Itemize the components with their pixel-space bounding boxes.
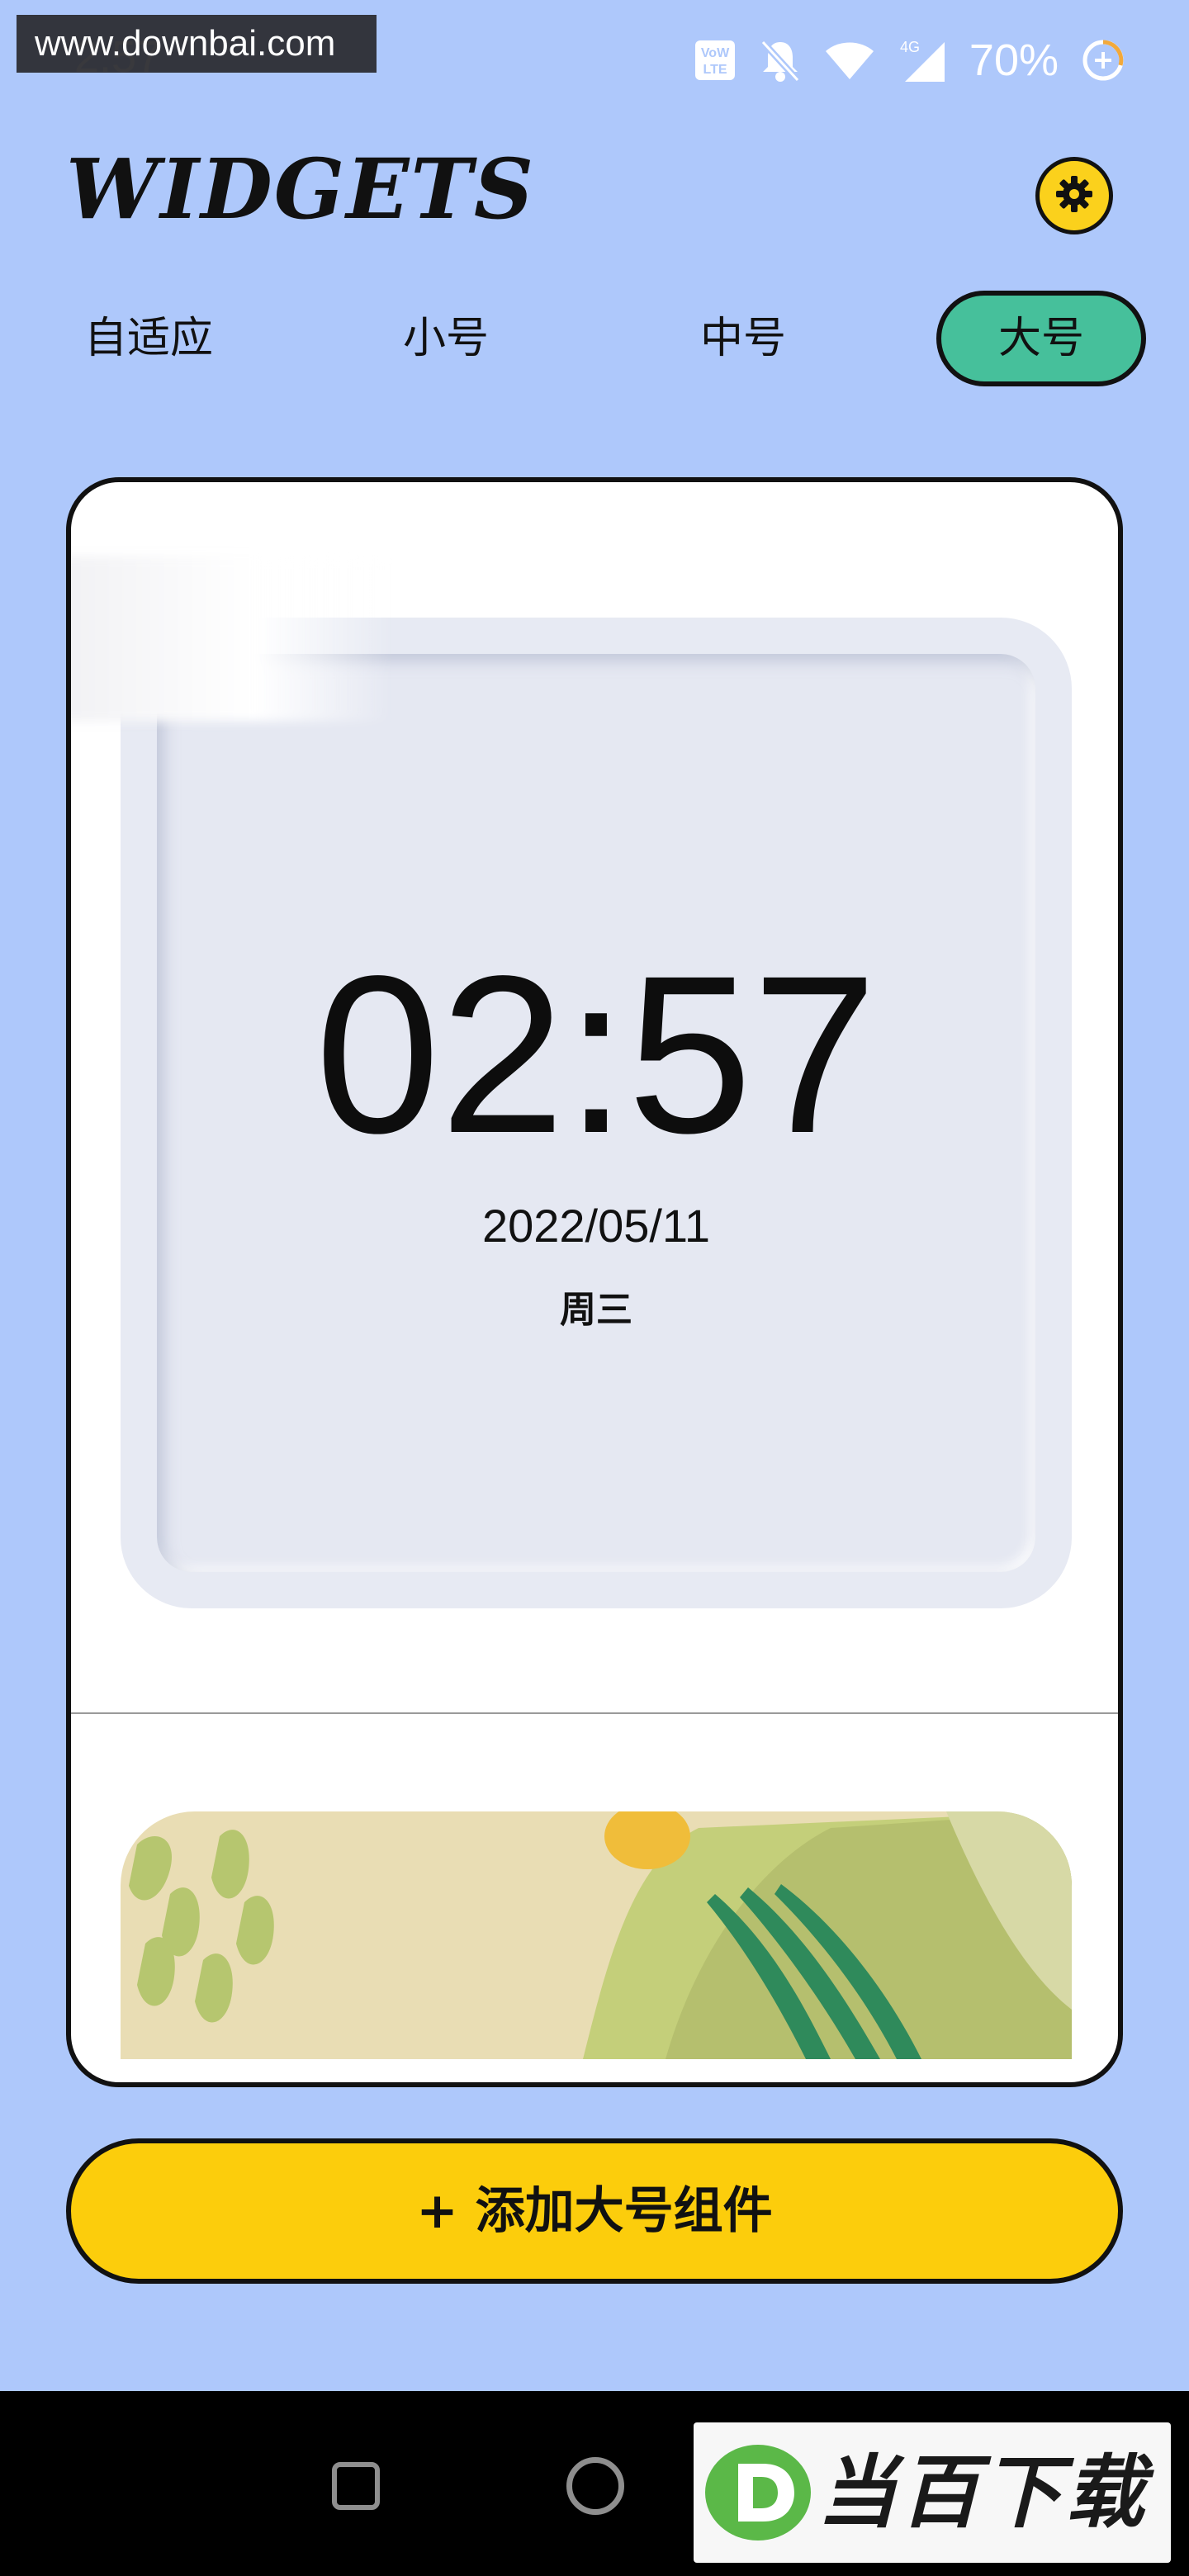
battery-percent: 70%: [969, 36, 1059, 85]
status-icons: VoW LTE 4G 70%: [694, 31, 1126, 89]
watermark-url: www.downbai.com: [17, 15, 377, 73]
widget-preview-card: 02:57 2022/05/11 周三: [66, 477, 1123, 2087]
widget-date: 2022/05/11: [481, 1200, 711, 1252]
add-large-widget-button[interactable]: + 添加大号组件: [66, 2138, 1123, 2284]
wifi-icon: [824, 40, 875, 81]
battery-saver-icon: [1080, 37, 1126, 83]
svg-text:LTE: LTE: [703, 63, 727, 77]
d-logo-icon: [705, 2445, 811, 2540]
blur-overlay: [71, 556, 393, 722]
size-tabs: 自适应 小号 中号 大号: [0, 291, 1189, 386]
clock-widget[interactable]: 02:57 2022/05/11 周三: [121, 618, 1072, 1608]
gear-icon: [1055, 175, 1093, 216]
status-bar: 2:57 www.downbai.com VoW LTE 4G: [0, 0, 1189, 116]
square-recents-icon[interactable]: [332, 2462, 380, 2510]
tab-small[interactable]: 小号: [347, 291, 545, 386]
card-divider: [71, 1712, 1118, 1714]
tab-large[interactable]: 大号: [936, 291, 1146, 386]
volte-icon: VoW LTE: [694, 39, 737, 82]
logo-text: 当百下载: [817, 2446, 1148, 2539]
settings-button[interactable]: [1035, 157, 1113, 234]
leaf-widget-preview[interactable]: [121, 1811, 1072, 2059]
widget-weekday: 周三: [560, 1289, 632, 1331]
svg-text:VoW: VoW: [701, 46, 730, 60]
circle-home-icon[interactable]: [566, 2457, 624, 2515]
leaf-illustration: [121, 1811, 1072, 2059]
tab-medium[interactable]: 中号: [644, 291, 842, 386]
app-title: WIDGETS: [66, 140, 536, 238]
network-type: 4G: [900, 39, 920, 55]
signal-icon: 4G: [897, 37, 948, 83]
tab-adaptive[interactable]: 自适应: [50, 291, 248, 386]
watermark-logo: 当百下载: [694, 2422, 1171, 2563]
bell-off-icon: [758, 37, 803, 83]
widget-clock-time: 02:57: [315, 929, 878, 1180]
